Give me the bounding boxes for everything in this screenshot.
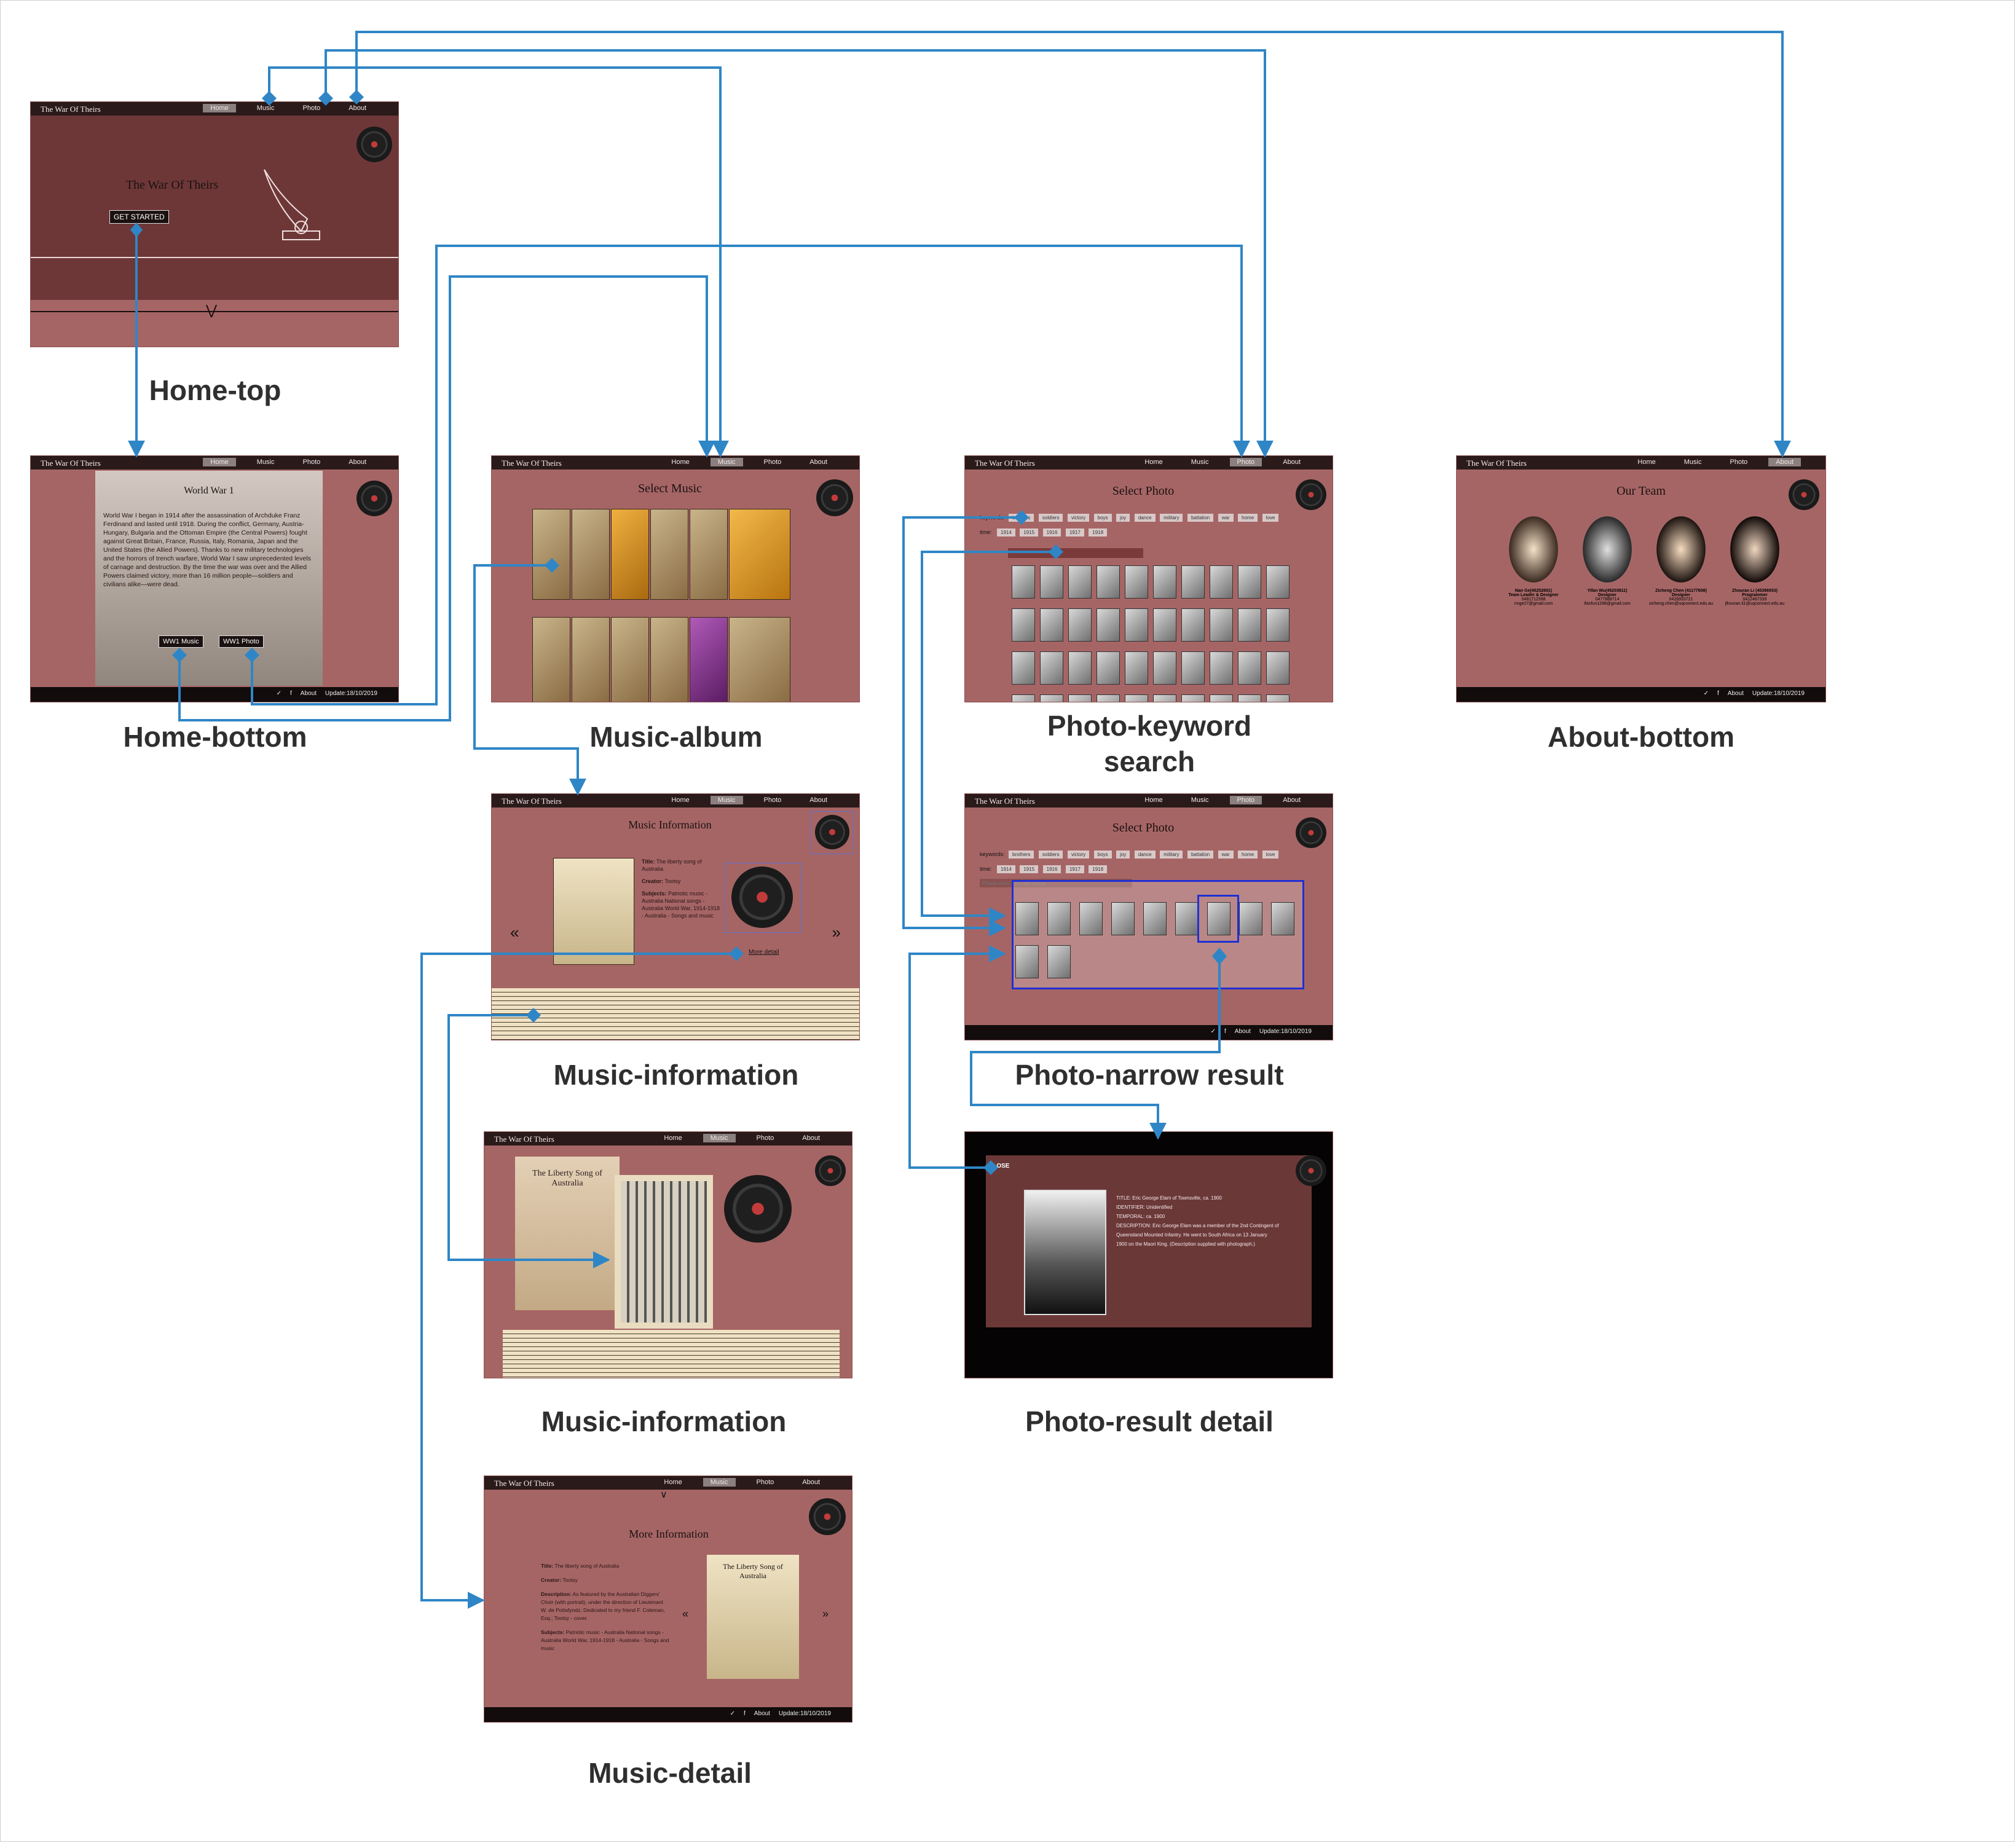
flow-arrow bbox=[325, 49, 1274, 458]
diamond-marker bbox=[1212, 948, 1227, 965]
diamond-marker bbox=[729, 946, 744, 961]
flow-arrows bbox=[128, 31, 1791, 1609]
flow-arrow bbox=[921, 551, 1056, 924]
flow-arrow bbox=[268, 66, 729, 458]
diamond-marker bbox=[983, 1160, 998, 1175]
diamond-marker bbox=[262, 91, 277, 106]
flow-arrow bbox=[420, 953, 736, 1609]
diamond-marker bbox=[318, 91, 333, 106]
diamond-marker bbox=[349, 90, 364, 104]
flow-arrow bbox=[447, 1014, 610, 1268]
flow-arrow bbox=[355, 31, 1791, 458]
flow-arrow bbox=[473, 564, 586, 796]
diamond-marker bbox=[526, 1008, 541, 1023]
diamond-marker bbox=[245, 648, 259, 662]
flow-arrow bbox=[908, 945, 1006, 1169]
flow-arrow bbox=[251, 245, 1250, 705]
flow-arrow bbox=[178, 275, 715, 721]
flow-arrow bbox=[970, 956, 1221, 1140]
diamond-marker bbox=[545, 558, 559, 573]
diamond-marker bbox=[1014, 510, 1029, 525]
diamond-marker bbox=[130, 222, 143, 237]
diamond-marker bbox=[1049, 544, 1063, 559]
diamond-marker bbox=[172, 648, 187, 662]
